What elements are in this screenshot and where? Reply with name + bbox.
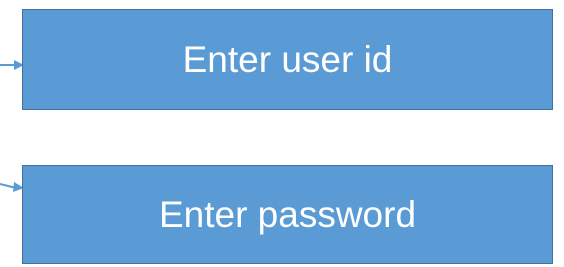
enter-password-box: Enter password: [22, 165, 553, 264]
arrow-to-password-box: [0, 182, 24, 192]
arrow-to-user-id-box: [0, 60, 24, 70]
enter-user-id-box: Enter user id: [22, 9, 553, 110]
enter-password-label: Enter password: [158, 194, 417, 235]
enter-user-id-label: Enter user id: [182, 39, 393, 80]
